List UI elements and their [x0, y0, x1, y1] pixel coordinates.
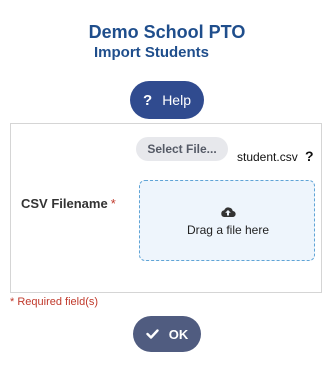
- org-title: Demo School PTO: [88, 22, 246, 42]
- import-students-page: Demo School PTO Import Students ? Help S…: [0, 0, 334, 365]
- cloud-upload-icon: [140, 205, 316, 223]
- selected-filename: student.csv: [237, 150, 298, 164]
- help-button-label: Help: [162, 92, 191, 108]
- required-fields-note: * Required field(s): [10, 296, 99, 308]
- dropzone-text: Drag a file here: [186, 223, 270, 237]
- ok-button[interactable]: OK: [133, 316, 201, 352]
- required-star: *: [110, 196, 116, 211]
- page-subtitle: Import Students: [94, 44, 209, 61]
- checkmark-icon: [146, 329, 159, 339]
- file-help-icon[interactable]: ?: [305, 148, 314, 164]
- file-dropzone[interactable]: Drag a file here: [139, 180, 315, 261]
- csv-filename-label: CSV Filename *: [21, 196, 116, 211]
- question-mark-icon: ?: [143, 91, 153, 109]
- import-form-panel: Select File... student.csv ? CSV Filenam…: [10, 123, 322, 293]
- ok-button-label: OK: [168, 326, 189, 342]
- csv-filename-label-text: CSV Filename: [21, 196, 108, 211]
- select-file-button[interactable]: Select File...: [136, 137, 228, 161]
- help-button[interactable]: ? Help: [130, 81, 204, 119]
